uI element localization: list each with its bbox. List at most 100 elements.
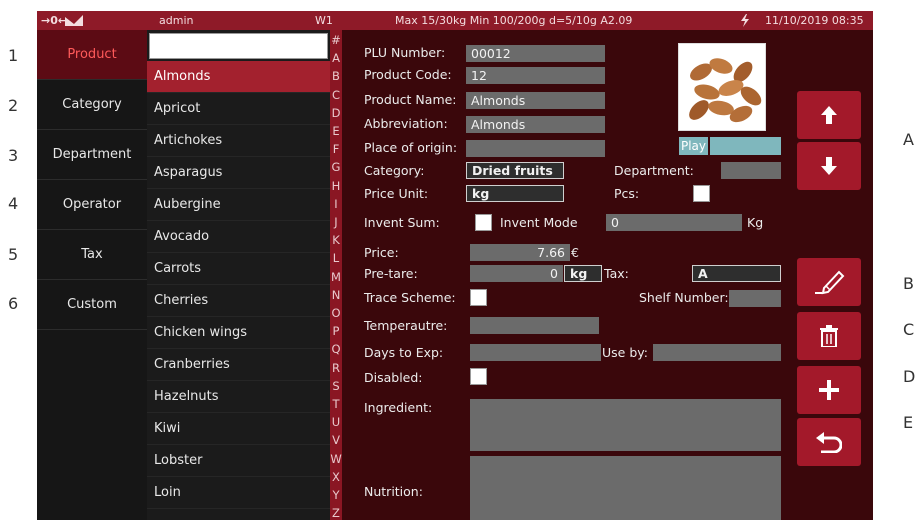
alphabet-letter[interactable]: #: [330, 34, 342, 46]
price-field[interactable]: 7.66: [470, 244, 570, 261]
list-item[interactable]: Loin: [147, 477, 330, 509]
trace-scheme-checkbox[interactable]: [470, 289, 487, 306]
list-item[interactable]: Lobster: [147, 445, 330, 477]
alphabet-letter[interactable]: I: [330, 198, 342, 210]
delete-button[interactable]: [797, 312, 861, 360]
disabled-checkbox[interactable]: [470, 368, 487, 385]
invent-field[interactable]: 0: [606, 214, 742, 231]
invent-sum-checkbox[interactable]: [475, 214, 492, 231]
list-item[interactable]: Kiwi: [147, 413, 330, 445]
pcs-checkbox[interactable]: [693, 185, 710, 202]
page: 1 2 3 4 5 6 A B C D E →0← admin W1 Max 1…: [0, 0, 920, 520]
nav-item-label: Product: [67, 47, 117, 62]
department-field[interactable]: [721, 162, 781, 179]
alphabet-letter[interactable]: L: [330, 252, 342, 264]
date-time: 11/10/2019 08:35: [765, 14, 864, 27]
alphabet-letter[interactable]: P: [330, 325, 342, 337]
alphabet-letter[interactable]: W: [330, 453, 342, 465]
product-search-input[interactable]: [149, 33, 328, 59]
temperature-field[interactable]: [470, 317, 599, 334]
pretare-label: Pre-tare:: [364, 266, 418, 281]
abbreviation-field[interactable]: Almonds: [466, 116, 605, 133]
alphabet-letter[interactable]: C: [330, 89, 342, 101]
list-item[interactable]: Cherries: [147, 285, 330, 317]
nav-item-product[interactable]: Product: [37, 30, 147, 80]
back-button[interactable]: [797, 418, 861, 466]
list-item[interactable]: Asparagus: [147, 157, 330, 189]
nutrition-field[interactable]: [470, 456, 781, 520]
ingredient-field[interactable]: [470, 399, 781, 451]
nav-item-custom[interactable]: Custom: [37, 280, 147, 330]
arrow-up-icon: [821, 106, 837, 124]
alphabet-letter[interactable]: Y: [330, 489, 342, 501]
edit-button[interactable]: [797, 258, 861, 306]
alphabet-letter[interactable]: M: [330, 271, 342, 283]
nav-item-label: Operator: [62, 197, 122, 212]
days-to-exp-field[interactable]: [470, 344, 601, 361]
alphabet-letter[interactable]: K: [330, 234, 342, 246]
category-field[interactable]: Dried fruits: [466, 162, 564, 179]
tax-field[interactable]: A: [692, 265, 781, 282]
side-letter-b: B: [903, 274, 914, 293]
row-number-1: 1: [8, 46, 19, 65]
scale-info: Max 15/30kg Min 100/200g d=5/10g A2.09: [395, 14, 633, 27]
alphabet-letter[interactable]: U: [330, 416, 342, 428]
alphabet-letter[interactable]: E: [330, 125, 342, 137]
list-item[interactable]: Chicken wings: [147, 317, 330, 349]
list-item[interactable]: Aubergine: [147, 189, 330, 221]
alphabet-letter[interactable]: H: [330, 180, 342, 192]
list-item[interactable]: Almonds: [147, 61, 330, 93]
alphabet-letter[interactable]: S: [330, 380, 342, 392]
list-item[interactable]: Carrots: [147, 253, 330, 285]
shelf-number-label: Shelf Number:: [639, 290, 729, 305]
list-item[interactable]: Cranberries: [147, 349, 330, 381]
row-number-3: 3: [8, 146, 19, 165]
plu-field[interactable]: 00012: [466, 45, 605, 62]
nav-item-label: Department: [52, 147, 132, 162]
origin-field[interactable]: [466, 140, 605, 157]
nav-item-tax[interactable]: Tax: [37, 230, 147, 280]
nav-item-department[interactable]: Department: [37, 130, 147, 180]
pretare-unit[interactable]: kg: [564, 265, 602, 282]
alphabet-letter[interactable]: G: [330, 161, 342, 173]
alphabet-letter[interactable]: Z: [330, 507, 342, 519]
price-label: Price:: [364, 245, 399, 260]
play-button[interactable]: Play: [679, 137, 708, 155]
origin-label: Place of origin:: [364, 140, 458, 155]
move-up-button[interactable]: [797, 91, 861, 139]
code-field[interactable]: 12: [466, 67, 605, 84]
tax-label: Tax:: [604, 266, 629, 281]
workstation: W1: [315, 14, 333, 27]
alphabet-letter[interactable]: Q: [330, 343, 342, 355]
alphabet-letter[interactable]: J: [330, 216, 342, 228]
alphabet-letter[interactable]: B: [330, 70, 342, 82]
alphabet-letter[interactable]: D: [330, 107, 342, 119]
shelf-number-field[interactable]: [729, 290, 781, 307]
price-unit-field[interactable]: kg: [466, 185, 564, 202]
move-down-button[interactable]: [797, 142, 861, 190]
list-item[interactable]: Hazelnuts: [147, 381, 330, 413]
alphabet-letter[interactable]: A: [330, 52, 342, 64]
alphabet-letter[interactable]: X: [330, 471, 342, 483]
pretare-field[interactable]: 0: [470, 265, 563, 282]
days-to-exp-label: Days to Exp:: [364, 345, 444, 360]
list-item[interactable]: Apricot: [147, 93, 330, 125]
name-field[interactable]: Almonds: [466, 92, 605, 109]
nav-item-operator[interactable]: Operator: [37, 180, 147, 230]
nav-item-category[interactable]: Category: [37, 80, 147, 130]
edit-icon: [815, 270, 845, 295]
alphabet-letter[interactable]: N: [330, 289, 342, 301]
alphabet-letter[interactable]: F: [330, 143, 342, 155]
use-by-field[interactable]: [653, 344, 781, 361]
list-item[interactable]: Avocado: [147, 221, 330, 253]
alphabet-letter[interactable]: T: [330, 398, 342, 410]
arrow-down-icon: [821, 157, 837, 175]
alphabet-index: # A B C D E F G H I J K L M N O P Q R S T U V W X Y Z: [330, 30, 342, 520]
alphabet-letter[interactable]: R: [330, 362, 342, 374]
code-label: Product Code:: [364, 67, 452, 82]
alphabet-letter[interactable]: O: [330, 307, 342, 319]
product-list-pane: Almonds Apricot Artichokes Asparagus Aub…: [147, 30, 330, 520]
alphabet-letter[interactable]: V: [330, 434, 342, 446]
add-button[interactable]: [797, 366, 861, 414]
list-item[interactable]: Artichokes: [147, 125, 330, 157]
